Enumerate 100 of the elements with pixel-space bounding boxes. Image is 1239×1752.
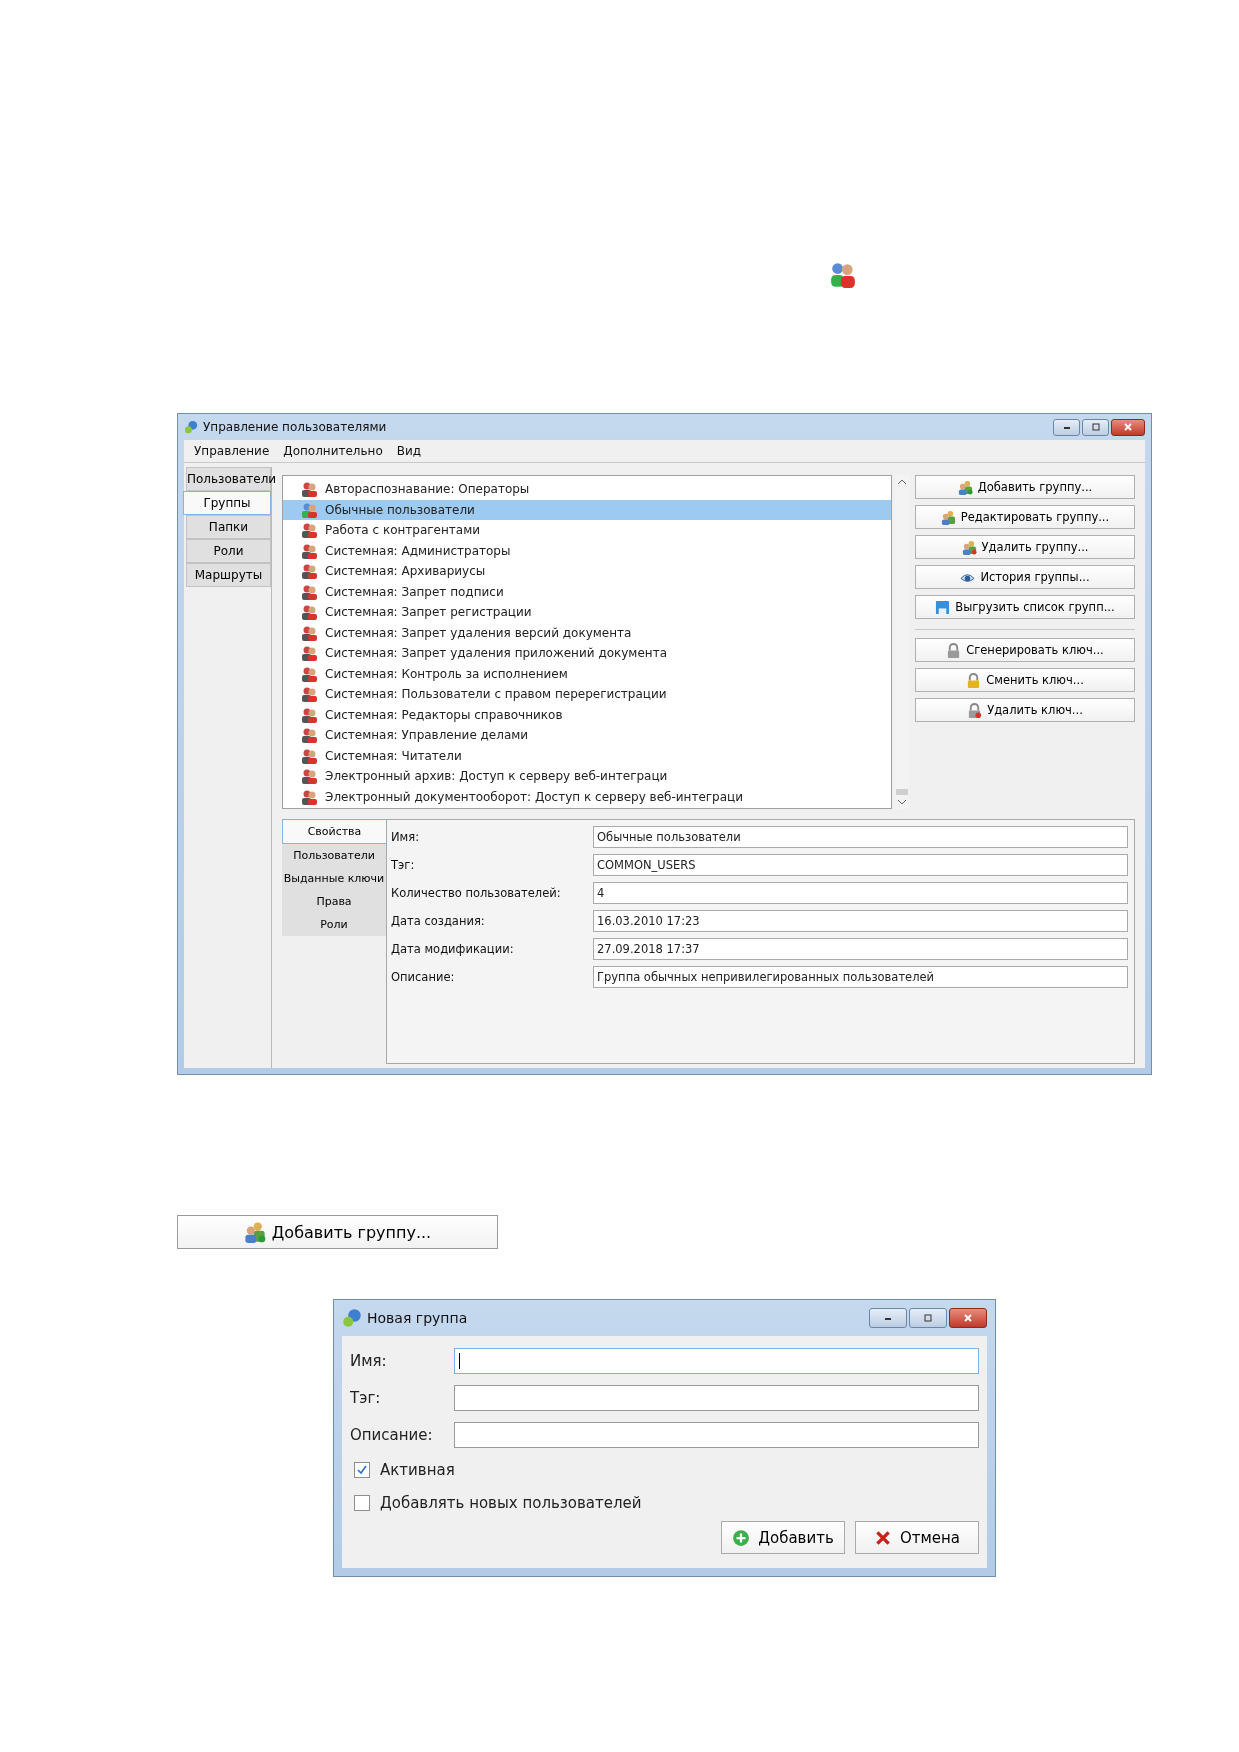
list-item[interactable]: Системная: Управление делами bbox=[283, 725, 891, 746]
group-icon bbox=[957, 479, 973, 495]
list-item[interactable]: Системная: Читатели bbox=[283, 745, 891, 766]
group-icon bbox=[301, 768, 317, 785]
group-icon bbox=[301, 788, 317, 805]
text-field[interactable]: 27.09.2018 17:37 bbox=[593, 938, 1128, 960]
side-tab[interactable]: Маршруты bbox=[186, 563, 271, 587]
checkbox[interactable] bbox=[354, 1461, 370, 1478]
app-icon bbox=[342, 1308, 362, 1328]
lock-icon bbox=[966, 672, 982, 688]
field-label: Дата модификации: bbox=[391, 942, 515, 956]
action-button[interactable]: Удалить ключ... bbox=[915, 698, 1135, 722]
list-item[interactable]: Автораспознавание: Операторы bbox=[283, 479, 891, 500]
menu-item[interactable]: Вид bbox=[396, 444, 422, 458]
action-button[interactable]: Редактировать группу... bbox=[915, 505, 1135, 529]
field-label: Имя: bbox=[350, 1351, 388, 1370]
group-icon bbox=[301, 501, 317, 518]
list-item[interactable]: Системная: Редакторы справочников bbox=[283, 704, 891, 725]
list-item[interactable]: Системная: Пользователи с правом перерегистрации bbox=[283, 684, 891, 705]
action-button[interactable]: Удалить группу... bbox=[915, 535, 1135, 559]
group-icon bbox=[829, 262, 857, 288]
group-icon bbox=[301, 481, 317, 498]
cross-icon bbox=[873, 1528, 892, 1547]
list-item[interactable]: Системная: Запрет удаления приложений документа bbox=[283, 643, 891, 664]
close-icon bbox=[963, 1314, 973, 1322]
input-field[interactable] bbox=[454, 1347, 979, 1374]
checkbox-label: Добавлять новых пользователей bbox=[380, 1493, 642, 1512]
menu-item[interactable]: Управление bbox=[194, 444, 270, 458]
group-icon bbox=[940, 509, 956, 525]
close-button[interactable] bbox=[1111, 418, 1145, 436]
detail-tab[interactable]: Выданные ключи bbox=[282, 867, 386, 890]
text-field[interactable]: Группа обычных непривилегированных пользователей bbox=[593, 966, 1128, 988]
list-item[interactable]: Работа с контрагентами bbox=[283, 520, 891, 541]
text-field[interactable]: 16.03.2010 17:23 bbox=[593, 910, 1128, 932]
list-item[interactable]: Системная: Запрет подписи bbox=[283, 581, 891, 602]
add-button[interactable]: Добавить bbox=[721, 1521, 845, 1554]
minimize-button[interactable] bbox=[1053, 418, 1080, 436]
text-field[interactable]: 4 bbox=[593, 882, 1128, 904]
field-label: Описание: bbox=[391, 970, 456, 984]
group-icon bbox=[301, 604, 317, 621]
scroll-up-icon[interactable] bbox=[897, 479, 907, 485]
group-icon bbox=[301, 665, 317, 682]
action-button[interactable]: История группы... bbox=[915, 565, 1135, 589]
group-icon bbox=[301, 583, 317, 600]
group-icon bbox=[301, 686, 317, 703]
action-button[interactable]: Сгенерировать ключ... bbox=[915, 638, 1135, 662]
detail-tab[interactable]: Свойства bbox=[282, 819, 386, 844]
list-item[interactable]: Обычные пользователи bbox=[283, 499, 891, 520]
list-item[interactable]: Системная: Контроль за исполнением bbox=[283, 663, 891, 684]
group-icon bbox=[961, 539, 977, 555]
list-item[interactable]: Электронный документооборот: Доступ к серверу веб-интеграци bbox=[283, 786, 891, 807]
group-icon bbox=[243, 1221, 266, 1243]
detail-tab[interactable]: Пользователи bbox=[282, 844, 386, 867]
plus-icon bbox=[732, 1528, 751, 1547]
checkbox-label: Активная bbox=[380, 1460, 455, 1479]
field-label: Имя: bbox=[391, 830, 421, 844]
field-label: Тэг: bbox=[350, 1388, 382, 1407]
action-button[interactable]: Сменить ключ... bbox=[915, 668, 1135, 692]
close-button[interactable] bbox=[949, 1308, 987, 1328]
list-item[interactable]: Системная: Архивариусы bbox=[283, 561, 891, 582]
field-label: Количество пользователей: bbox=[391, 886, 562, 900]
side-tab[interactable]: Группы bbox=[183, 491, 271, 515]
maximize-icon bbox=[1090, 423, 1101, 431]
window-title: Управление пользователями bbox=[203, 420, 388, 434]
action-button[interactable]: Добавить группу... bbox=[915, 475, 1135, 499]
maximize-button[interactable] bbox=[909, 1308, 947, 1328]
group-icon bbox=[301, 542, 317, 559]
group-icon bbox=[301, 563, 317, 580]
group-icon bbox=[301, 624, 317, 641]
input-field[interactable] bbox=[454, 1384, 979, 1411]
side-tab[interactable]: Роли bbox=[186, 539, 271, 563]
group-icon bbox=[301, 645, 317, 662]
field-label: Описание: bbox=[350, 1425, 434, 1444]
detail-tab[interactable]: Права bbox=[282, 890, 386, 913]
app-icon bbox=[184, 420, 198, 434]
cancel-button[interactable]: Отмена bbox=[855, 1521, 979, 1554]
side-tab[interactable]: Папки bbox=[186, 515, 271, 539]
action-button[interactable]: Выгрузить список групп... bbox=[915, 595, 1135, 619]
close-icon bbox=[1123, 423, 1133, 431]
checkbox[interactable] bbox=[354, 1494, 370, 1511]
maximize-icon bbox=[923, 1314, 933, 1322]
group-icon bbox=[301, 747, 317, 764]
group-icon bbox=[301, 727, 317, 744]
add-group-button[interactable]: Добавить группу... bbox=[177, 1215, 498, 1249]
list-item[interactable]: Системная: Администраторы bbox=[283, 540, 891, 561]
text-field[interactable]: Обычные пользователи bbox=[593, 826, 1128, 848]
field-label: Тэг: bbox=[391, 858, 416, 872]
scroll-down-icon[interactable] bbox=[897, 799, 907, 805]
lock-icon bbox=[946, 642, 962, 658]
text-field[interactable]: COMMON_USERS bbox=[593, 854, 1128, 876]
detail-tab[interactable]: Роли bbox=[282, 913, 386, 936]
list-item[interactable]: Системная: Запрет регистрации bbox=[283, 602, 891, 623]
scrollbar-thumb[interactable] bbox=[896, 789, 908, 795]
field-label: Дата создания: bbox=[391, 914, 486, 928]
input-field[interactable] bbox=[454, 1421, 979, 1448]
group-icon bbox=[301, 706, 317, 723]
list-item[interactable]: Системная: Запрет удаления версий документа bbox=[283, 622, 891, 643]
group-icon bbox=[301, 522, 317, 539]
list-item[interactable]: Электронный архив: Доступ к серверу веб-интеграци bbox=[283, 766, 891, 787]
menu-item[interactable]: Дополнительно bbox=[283, 444, 383, 458]
